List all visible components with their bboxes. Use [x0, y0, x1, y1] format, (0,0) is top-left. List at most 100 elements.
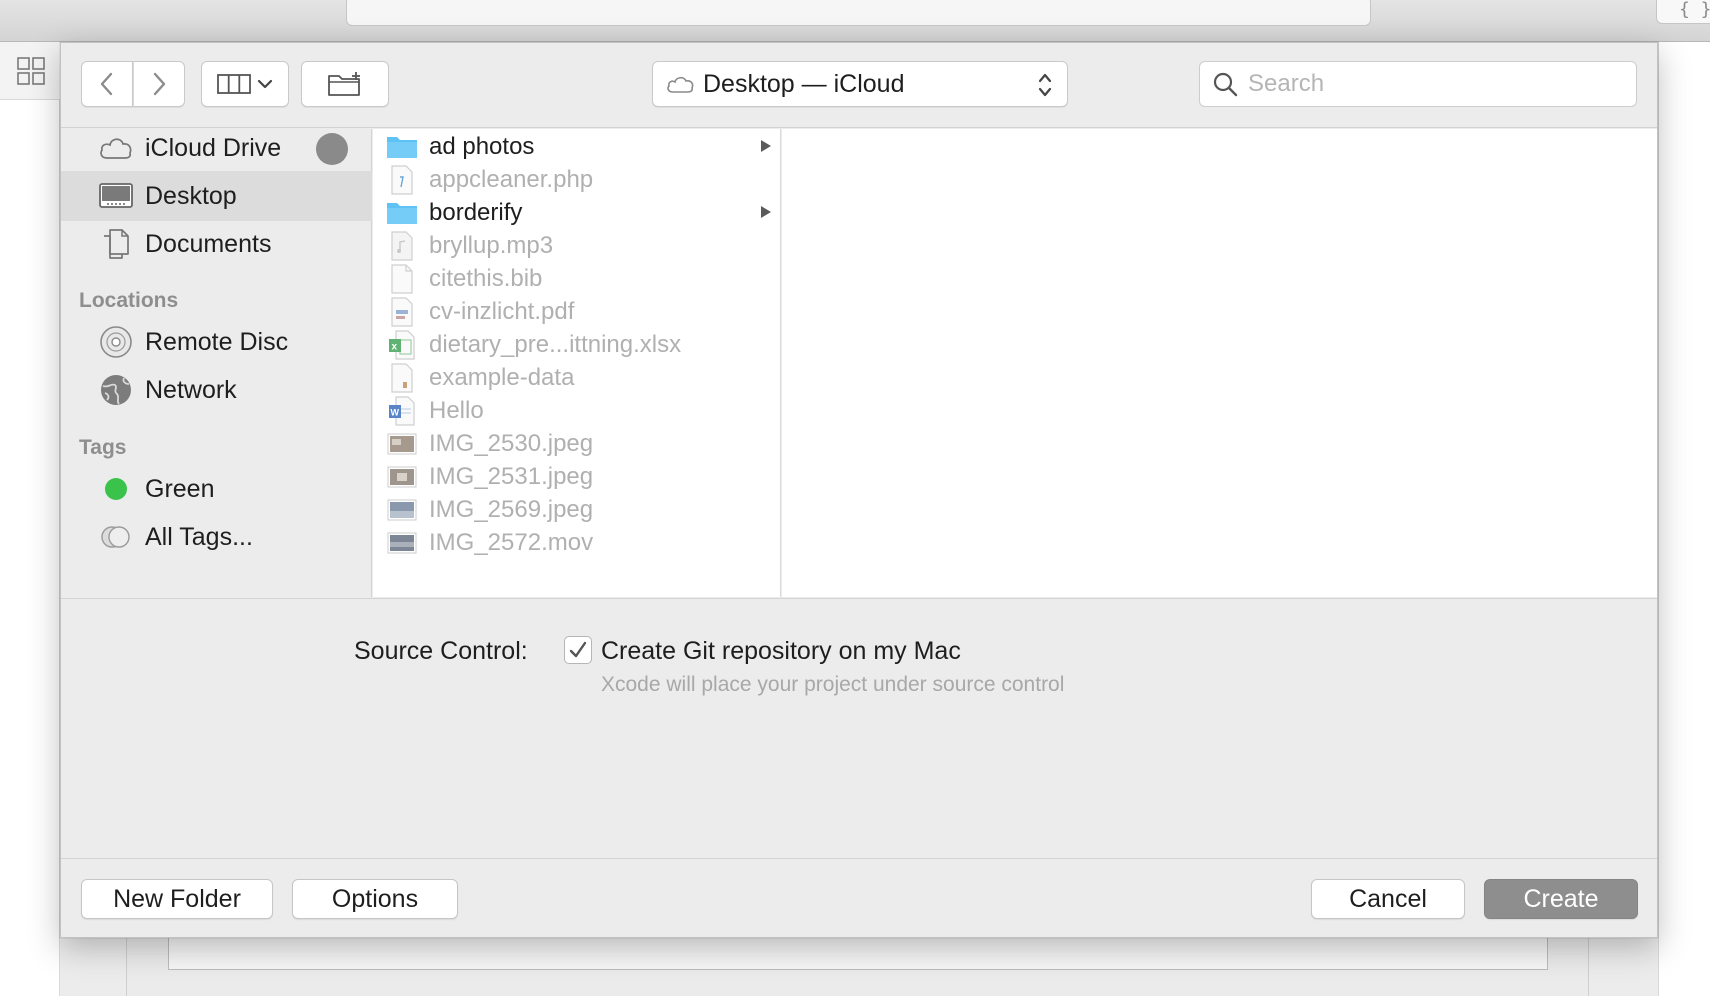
file-name: dietary_pre...ittning.xlsx	[429, 331, 682, 358]
chevron-right-icon	[153, 72, 166, 96]
file-row-bryllup[interactable]: bryllup.mp3	[373, 228, 781, 264]
document-file-icon	[385, 264, 419, 294]
sidebar-item-icloud-drive[interactable]: iCloud Drive	[61, 123, 372, 173]
folder-icon	[385, 198, 419, 228]
image-thumbnail-icon	[385, 429, 419, 459]
background-title-field	[346, 0, 1371, 26]
image-thumbnail-icon	[385, 495, 419, 525]
file-name: example-data	[429, 364, 575, 391]
desktop-icon	[97, 179, 135, 213]
chevron-left-icon	[100, 72, 113, 96]
disc-icon	[97, 325, 135, 359]
create-button[interactable]: Create	[1484, 879, 1638, 919]
svg-text:W: W	[391, 408, 400, 418]
new-folder-icon-button[interactable]	[301, 61, 389, 107]
file-row-img-2531[interactable]: IMG_2531.jpeg	[373, 459, 781, 495]
source-control-label: Source Control:	[354, 637, 528, 665]
video-thumbnail-icon	[385, 528, 419, 558]
file-row-img-2569[interactable]: IMG_2569.jpeg	[373, 492, 781, 528]
sidebar-item-desktop[interactable]: Desktop	[61, 171, 372, 221]
sync-status-indicator	[316, 133, 348, 165]
git-repository-label[interactable]: Create Git repository on my Mac	[601, 637, 961, 666]
audio-file-icon	[385, 231, 419, 261]
sidebar-item-label: Remote Disc	[145, 327, 289, 356]
pdf-file-icon	[385, 297, 419, 327]
dialog-button-bar: New Folder Options Cancel Create	[61, 858, 1657, 937]
file-name: cv-inzlicht.pdf	[429, 298, 575, 325]
excel-file-icon: x	[385, 330, 419, 360]
sidebar-item-all-tags[interactable]: All Tags...	[61, 512, 372, 562]
file-row-citethis[interactable]: citethis.bib	[373, 261, 781, 297]
column-view-icon	[217, 74, 251, 94]
cloud-icon	[667, 76, 694, 93]
file-name: citethis.bib	[429, 265, 543, 292]
sidebar-item-label: iCloud Drive	[145, 133, 282, 162]
background-bottom-field	[168, 936, 1548, 970]
search-icon	[1213, 72, 1238, 97]
options-button[interactable]: Options	[292, 879, 458, 919]
checkmark-icon	[569, 641, 587, 658]
view-mode-button[interactable]	[201, 61, 289, 107]
background-right-pane	[1658, 42, 1710, 996]
file-row-img-2572[interactable]: IMG_2572.mov	[373, 525, 781, 561]
file-row-example-data[interactable]: example-data	[373, 360, 781, 396]
svg-text:x: x	[392, 342, 398, 353]
documents-icon	[97, 227, 135, 261]
new-folder-icon	[328, 72, 360, 96]
disclosure-triangle-icon	[761, 140, 771, 152]
sidebar-item-remote-disc[interactable]: Remote Disc	[61, 317, 372, 367]
grid-icon[interactable]	[16, 56, 46, 86]
new-folder-button[interactable]: New Folder	[81, 879, 273, 919]
cloud-icon	[97, 131, 135, 165]
sidebar: iCloud Drive Desktop Documents Locations…	[61, 129, 372, 597]
all-tags-icon	[97, 520, 135, 554]
sidebar-item-network[interactable]: Network	[61, 365, 372, 415]
forward-button[interactable]	[133, 61, 185, 107]
background-left-pane	[0, 42, 60, 996]
updown-arrows-icon	[1038, 73, 1052, 97]
document-file-icon	[385, 363, 419, 393]
sidebar-item-label: Green	[145, 474, 215, 503]
location-popup[interactable]: Desktop — iCloud	[652, 61, 1068, 107]
sidebar-item-documents[interactable]: Documents	[61, 219, 372, 269]
file-row-borderify[interactable]: borderify	[373, 195, 781, 231]
search-input[interactable]	[1248, 70, 1628, 98]
sidebar-item-tag-green[interactable]: Green	[61, 464, 372, 514]
image-thumbnail-icon	[385, 462, 419, 492]
location-label: Desktop — iCloud	[703, 69, 905, 98]
file-row-ad-photos[interactable]: ad photos	[373, 129, 781, 165]
cancel-button[interactable]: Cancel	[1311, 879, 1465, 919]
git-repository-checkbox[interactable]	[564, 636, 592, 664]
sidebar-item-label: All Tags...	[145, 522, 253, 551]
file-name: bryllup.mp3	[429, 232, 554, 259]
file-name: IMG_2530.jpeg	[429, 430, 594, 457]
file-name: appcleaner.php	[429, 166, 594, 193]
dialog-toolbar: Desktop — iCloud	[61, 43, 1657, 128]
file-name: borderify	[429, 199, 523, 226]
file-name: Hello	[429, 397, 484, 424]
braces-icon[interactable]: { }	[1656, 0, 1710, 24]
preview-column	[782, 129, 1657, 597]
back-button[interactable]	[81, 61, 133, 107]
file-name: ad photos	[429, 133, 535, 160]
file-row-cv-inzlicht[interactable]: cv-inzlicht.pdf	[373, 294, 781, 330]
tags-heading: Tags	[79, 436, 127, 459]
locations-heading: Locations	[79, 289, 179, 312]
green-tag-icon	[97, 472, 135, 506]
sidebar-item-label: Documents	[145, 229, 272, 258]
file-row-img-2530[interactable]: IMG_2530.jpeg	[373, 426, 781, 462]
file-list-column: ad photos appcleaner.php borderify bryll…	[373, 129, 781, 597]
sidebar-item-label: Desktop	[145, 181, 237, 210]
file-row-appcleaner[interactable]: appcleaner.php	[373, 162, 781, 198]
file-row-hello[interactable]: W Hello	[373, 393, 781, 429]
save-dialog-sheet: Desktop — iCloud iCloud Drive Desktop	[60, 42, 1658, 938]
file-name: IMG_2572.mov	[429, 529, 594, 556]
php-file-icon	[385, 165, 419, 195]
file-name: IMG_2531.jpeg	[429, 463, 594, 490]
sidebar-item-label: Network	[145, 375, 237, 404]
search-field[interactable]	[1199, 61, 1637, 107]
folder-icon	[385, 132, 419, 162]
file-name: IMG_2569.jpeg	[429, 496, 594, 523]
chevron-down-icon	[257, 79, 273, 89]
file-row-dietary[interactable]: x dietary_pre...ittning.xlsx	[373, 327, 781, 363]
